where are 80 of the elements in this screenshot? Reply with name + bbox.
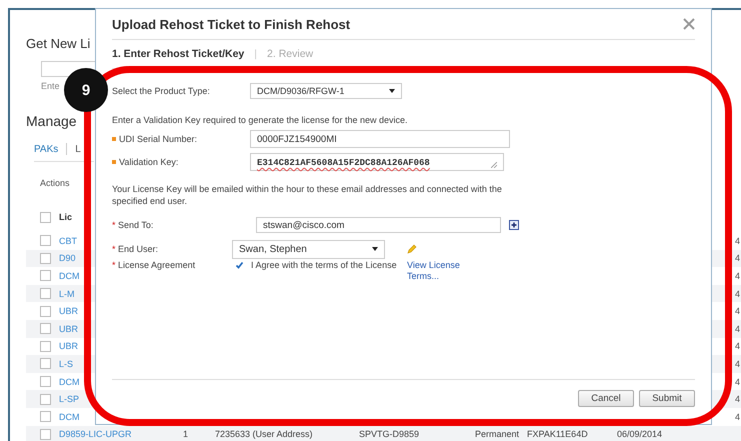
checkbox[interactable] (40, 235, 51, 246)
table-cell: 4 (735, 394, 741, 404)
field-label: Select the Product Type: (112, 86, 211, 96)
table-cell-text: SPVTG-D9859 (359, 429, 420, 440)
table-cell: 4 (735, 306, 741, 316)
actions-menu[interactable]: Actions (40, 178, 70, 188)
table-cell: 4 (735, 324, 741, 334)
resize-handle-icon[interactable] (491, 162, 497, 168)
text-area[interactable]: E314C821AF5608A15F2DC88A126AF068 (250, 153, 504, 171)
product-link[interactable]: UBR (59, 324, 81, 334)
table-cell-text: Permanent (475, 429, 520, 440)
table-cell: 4 (735, 358, 741, 369)
add-icon[interactable] (509, 220, 519, 230)
checkbox[interactable] (40, 323, 51, 334)
checkbox[interactable] (40, 394, 51, 405)
dialog-title: Upload Rehost Ticket to Finish Rehost (112, 16, 350, 32)
field-label: Validation Key: (119, 157, 178, 167)
wizard-step: 2. Review (267, 48, 314, 60)
field-label: End User: (118, 244, 158, 254)
step-separator: | (254, 48, 258, 60)
checkbox[interactable] (40, 376, 51, 388)
address-link[interactable]: 7235633 (User Address) (215, 429, 359, 440)
input-field[interactable]: stswan@cisco.com (256, 217, 501, 233)
agreement-text: I Agree with the terms of the License (251, 260, 398, 270)
product-link[interactable]: L-M (59, 288, 81, 299)
table-cell: 4 (735, 412, 741, 422)
close-icon[interactable] (683, 18, 695, 30)
field-label: Send To: (118, 220, 154, 230)
checkbox[interactable] (40, 270, 51, 282)
table-cell: 4 (735, 236, 741, 246)
required-marker: * (112, 244, 116, 254)
table-cell: 06/09/2014 (617, 429, 662, 440)
field-label: UDI Serial Number: (119, 134, 198, 144)
required-marker: * (112, 220, 116, 230)
terms-link[interactable]: View License Terms... (407, 260, 477, 282)
checkbox[interactable] (40, 428, 51, 440)
product-link[interactable]: D9859-LIC-UPGR (59, 429, 183, 440)
pencil-icon[interactable] (407, 244, 417, 254)
product-link[interactable]: L-SP (59, 394, 81, 404)
dialog-button[interactable]: Cancel (578, 390, 634, 406)
column-header: Lic (59, 212, 74, 222)
product-link[interactable]: CBT (59, 236, 81, 246)
input-field[interactable]: 0000FJZ154900MI (250, 130, 510, 148)
table-cell: 4 (735, 253, 741, 264)
product-link[interactable]: DCM (59, 412, 81, 422)
caret-icon (389, 89, 395, 93)
product-link[interactable]: DCM (59, 270, 81, 281)
checkbox[interactable] (40, 212, 51, 222)
product-link[interactable]: D90 (59, 253, 81, 264)
table-cell: 4 (735, 376, 741, 387)
note-text: Your License Key will be emailed within the hour to these email addresses and connected with the specified end user. (112, 183, 503, 207)
checkbox[interactable] (40, 358, 51, 370)
dialog-button[interactable]: Submit (639, 390, 695, 406)
required-marker: * (112, 260, 116, 270)
table-cell-text: 1 (183, 429, 190, 440)
table-cell: 4 (735, 341, 741, 352)
checkbox[interactable] (40, 306, 51, 317)
tab[interactable]: L (75, 144, 81, 154)
field-label: License Agreement (118, 260, 196, 270)
checkbox[interactable] (40, 340, 51, 352)
checkbox[interactable] (234, 260, 245, 271)
step-badge: 9 (64, 68, 108, 112)
instruction-text: Enter a Validation Key required to generate the license for the new device. (112, 115, 409, 125)
table-cell: 4 (735, 288, 741, 299)
product-type-select[interactable]: DCM/D9036/RFGW-1 (250, 83, 402, 99)
product-link[interactable]: UBR (59, 341, 81, 352)
end-user-select[interactable]: Swan, Stephen (232, 240, 385, 258)
checkbox[interactable] (40, 411, 51, 422)
wizard-step: 1. Enter Rehost Ticket/Key (112, 48, 244, 60)
checkbox[interactable] (40, 288, 51, 300)
table-cell-text: FXPAK11E64D (527, 429, 589, 440)
page-heading: Get New Li (26, 36, 90, 51)
product-link[interactable]: L-S (59, 358, 81, 369)
product-link[interactable]: DCM (59, 376, 81, 387)
tab[interactable]: PAKs (34, 144, 58, 154)
section-heading: Manage (26, 113, 77, 129)
product-link[interactable]: UBR (59, 306, 81, 316)
hint-text: Ente (41, 81, 60, 91)
checkbox[interactable] (40, 252, 51, 264)
table-cell: 4 (735, 270, 741, 281)
